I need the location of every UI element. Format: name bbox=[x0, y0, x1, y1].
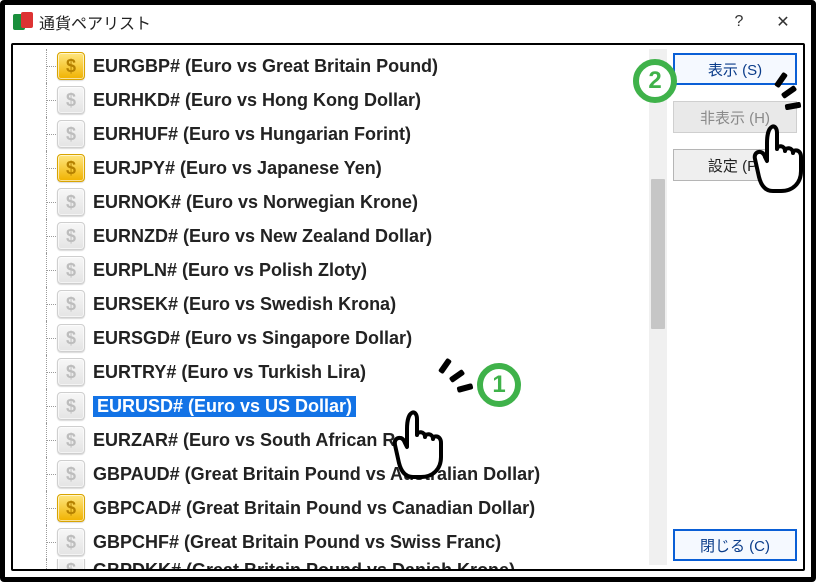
tree-connector bbox=[37, 355, 57, 389]
dollar-grey-icon: $ bbox=[57, 358, 85, 386]
symbol-label: EURHUF# (Euro vs Hungarian Forint) bbox=[93, 124, 411, 144]
dollar-grey-icon: $ bbox=[57, 528, 85, 556]
app-icon bbox=[13, 12, 33, 32]
left-gutter bbox=[13, 45, 37, 569]
dollar-grey-icon: $ bbox=[57, 120, 85, 148]
tree-connector bbox=[37, 219, 57, 253]
symbol-tree[interactable]: $ EURGBP# (Euro vs Great Britain Pound) $ E… bbox=[37, 45, 647, 569]
symbol-label: GBPCAD# (Great Britain Pound vs Canadian… bbox=[93, 498, 535, 518]
symbol-label: EURNOK# (Euro vs Norwegian Krone) bbox=[93, 192, 418, 212]
symbol-tree-area: $ EURGBP# (Euro vs Great Britain Pound) $ E… bbox=[37, 45, 667, 569]
tree-connector bbox=[37, 389, 57, 423]
dollar-grey-icon: $ bbox=[57, 256, 85, 284]
window-title-text: 通貨ペアリスト bbox=[39, 10, 151, 34]
symbol-row[interactable]: $ EURHUF# (Euro vs Hungarian Forint) bbox=[37, 117, 647, 151]
symbol-label: EURSGD# (Euro vs Singapore Dollar) bbox=[93, 328, 412, 348]
dollar-grey-icon: $ bbox=[57, 426, 85, 454]
titlebar: 通貨ペアリスト ? ✕ bbox=[5, 5, 811, 39]
symbol-row[interactable]: $ EURSEK# (Euro vs Swedish Krona) bbox=[37, 287, 647, 321]
action-column: 表示 (S) 非表示 (H) 設定 (P) 閉じる (C) bbox=[667, 45, 803, 569]
symbol-label: EURPLN# (Euro vs Polish Zloty) bbox=[93, 260, 367, 280]
window-close-button[interactable]: ✕ bbox=[761, 8, 805, 36]
dollar-gold-icon: $ bbox=[57, 154, 85, 182]
symbol-label: GBPCHF# (Great Britain Pound vs Swiss Fr… bbox=[93, 532, 501, 552]
symbol-row[interactable]: $ GBPCAD# (Great Britain Pound vs Canadia… bbox=[37, 491, 647, 525]
symbol-label: EURUSD# (Euro vs US Dollar) bbox=[97, 396, 352, 416]
dialog-panel: $ EURGBP# (Euro vs Great Britain Pound) $ E… bbox=[11, 43, 805, 571]
symbol-row[interactable]: $ EURGBP# (Euro vs Great Britain Pound) bbox=[37, 49, 647, 83]
dollar-grey-icon: $ bbox=[57, 290, 85, 318]
symbol-row[interactable]: $ GBPAUD# (Great Britain Pound vs Austral… bbox=[37, 457, 647, 491]
dollar-grey-icon: $ bbox=[57, 460, 85, 488]
tree-connector bbox=[37, 253, 57, 287]
symbol-label: EURZAR# (Euro vs South African Rand) bbox=[93, 430, 433, 450]
annotation-step-2: 2 bbox=[633, 59, 677, 103]
tree-connector bbox=[37, 117, 57, 151]
symbol-row[interactable]: $ GBPDKK# (Great Britain Pound vs Danish … bbox=[37, 559, 647, 569]
show-button[interactable]: 表示 (S) bbox=[673, 53, 797, 85]
symbol-label: EURTRY# (Euro vs Turkish Lira) bbox=[93, 362, 366, 382]
symbol-label: EURSEK# (Euro vs Swedish Krona) bbox=[93, 294, 396, 314]
dollar-gold-icon: $ bbox=[57, 52, 85, 80]
dollar-grey-icon: $ bbox=[57, 324, 85, 352]
tree-connector bbox=[37, 423, 57, 457]
tree-connector bbox=[37, 457, 57, 491]
tree-connector bbox=[37, 49, 57, 83]
close-button[interactable]: 閉じる (C) bbox=[673, 529, 797, 561]
symbol-row[interactable]: $ EURTRY# (Euro vs Turkish Lira) bbox=[37, 355, 647, 389]
annotation-step-1: 1 bbox=[477, 363, 521, 407]
help-button[interactable]: ? bbox=[717, 8, 761, 36]
tree-connector bbox=[37, 287, 57, 321]
symbol-row[interactable]: $ EURHKD# (Euro vs Hong Kong Dollar) bbox=[37, 83, 647, 117]
hide-button[interactable]: 非表示 (H) bbox=[673, 101, 797, 133]
window-title: 通貨ペアリスト bbox=[13, 10, 151, 34]
properties-button[interactable]: 設定 (P) bbox=[673, 149, 797, 181]
tree-connector bbox=[37, 559, 57, 569]
dollar-gold-icon: $ bbox=[57, 494, 85, 522]
tree-connector bbox=[37, 151, 57, 185]
symbol-label: GBPAUD# (Great Britain Pound vs Australi… bbox=[93, 464, 540, 484]
tree-connector bbox=[37, 321, 57, 355]
dollar-grey-icon: $ bbox=[57, 559, 85, 569]
symbol-row[interactable]: $ EURUSD# (Euro vs US Dollar) bbox=[37, 389, 647, 423]
tree-connector bbox=[37, 525, 57, 559]
window-frame: 通貨ペアリスト ? ✕ $ EURGBP# (Euro vs Great Brit… bbox=[0, 0, 816, 582]
scrollbar-thumb[interactable] bbox=[651, 179, 665, 329]
symbol-row[interactable]: $ EURZAR# (Euro vs South African Rand) bbox=[37, 423, 647, 457]
dollar-grey-icon: $ bbox=[57, 392, 85, 420]
symbol-row[interactable]: $ EURNOK# (Euro vs Norwegian Krone) bbox=[37, 185, 647, 219]
symbol-row[interactable]: $ EURPLN# (Euro vs Polish Zloty) bbox=[37, 253, 647, 287]
dollar-grey-icon: $ bbox=[57, 86, 85, 114]
symbol-label: EURHKD# (Euro vs Hong Kong Dollar) bbox=[93, 90, 421, 110]
tree-connector bbox=[37, 83, 57, 117]
symbol-label: GBPDKK# (Great Britain Pound vs Danish K… bbox=[93, 560, 515, 570]
tree-connector bbox=[37, 185, 57, 219]
dollar-grey-icon: $ bbox=[57, 222, 85, 250]
symbol-row[interactable]: $ GBPCHF# (Great Britain Pound vs Swiss F… bbox=[37, 525, 647, 559]
symbol-label: EURGBP# (Euro vs Great Britain Pound) bbox=[93, 56, 438, 76]
symbol-label: EURJPY# (Euro vs Japanese Yen) bbox=[93, 158, 382, 178]
symbol-row[interactable]: $ EURJPY# (Euro vs Japanese Yen) bbox=[37, 151, 647, 185]
dollar-grey-icon: $ bbox=[57, 188, 85, 216]
symbol-row[interactable]: $ EURNZD# (Euro vs New Zealand Dollar) bbox=[37, 219, 647, 253]
tree-connector bbox=[37, 491, 57, 525]
symbol-row[interactable]: $ EURSGD# (Euro vs Singapore Dollar) bbox=[37, 321, 647, 355]
scrollbar[interactable] bbox=[649, 49, 667, 565]
symbol-label: EURNZD# (Euro vs New Zealand Dollar) bbox=[93, 226, 432, 246]
